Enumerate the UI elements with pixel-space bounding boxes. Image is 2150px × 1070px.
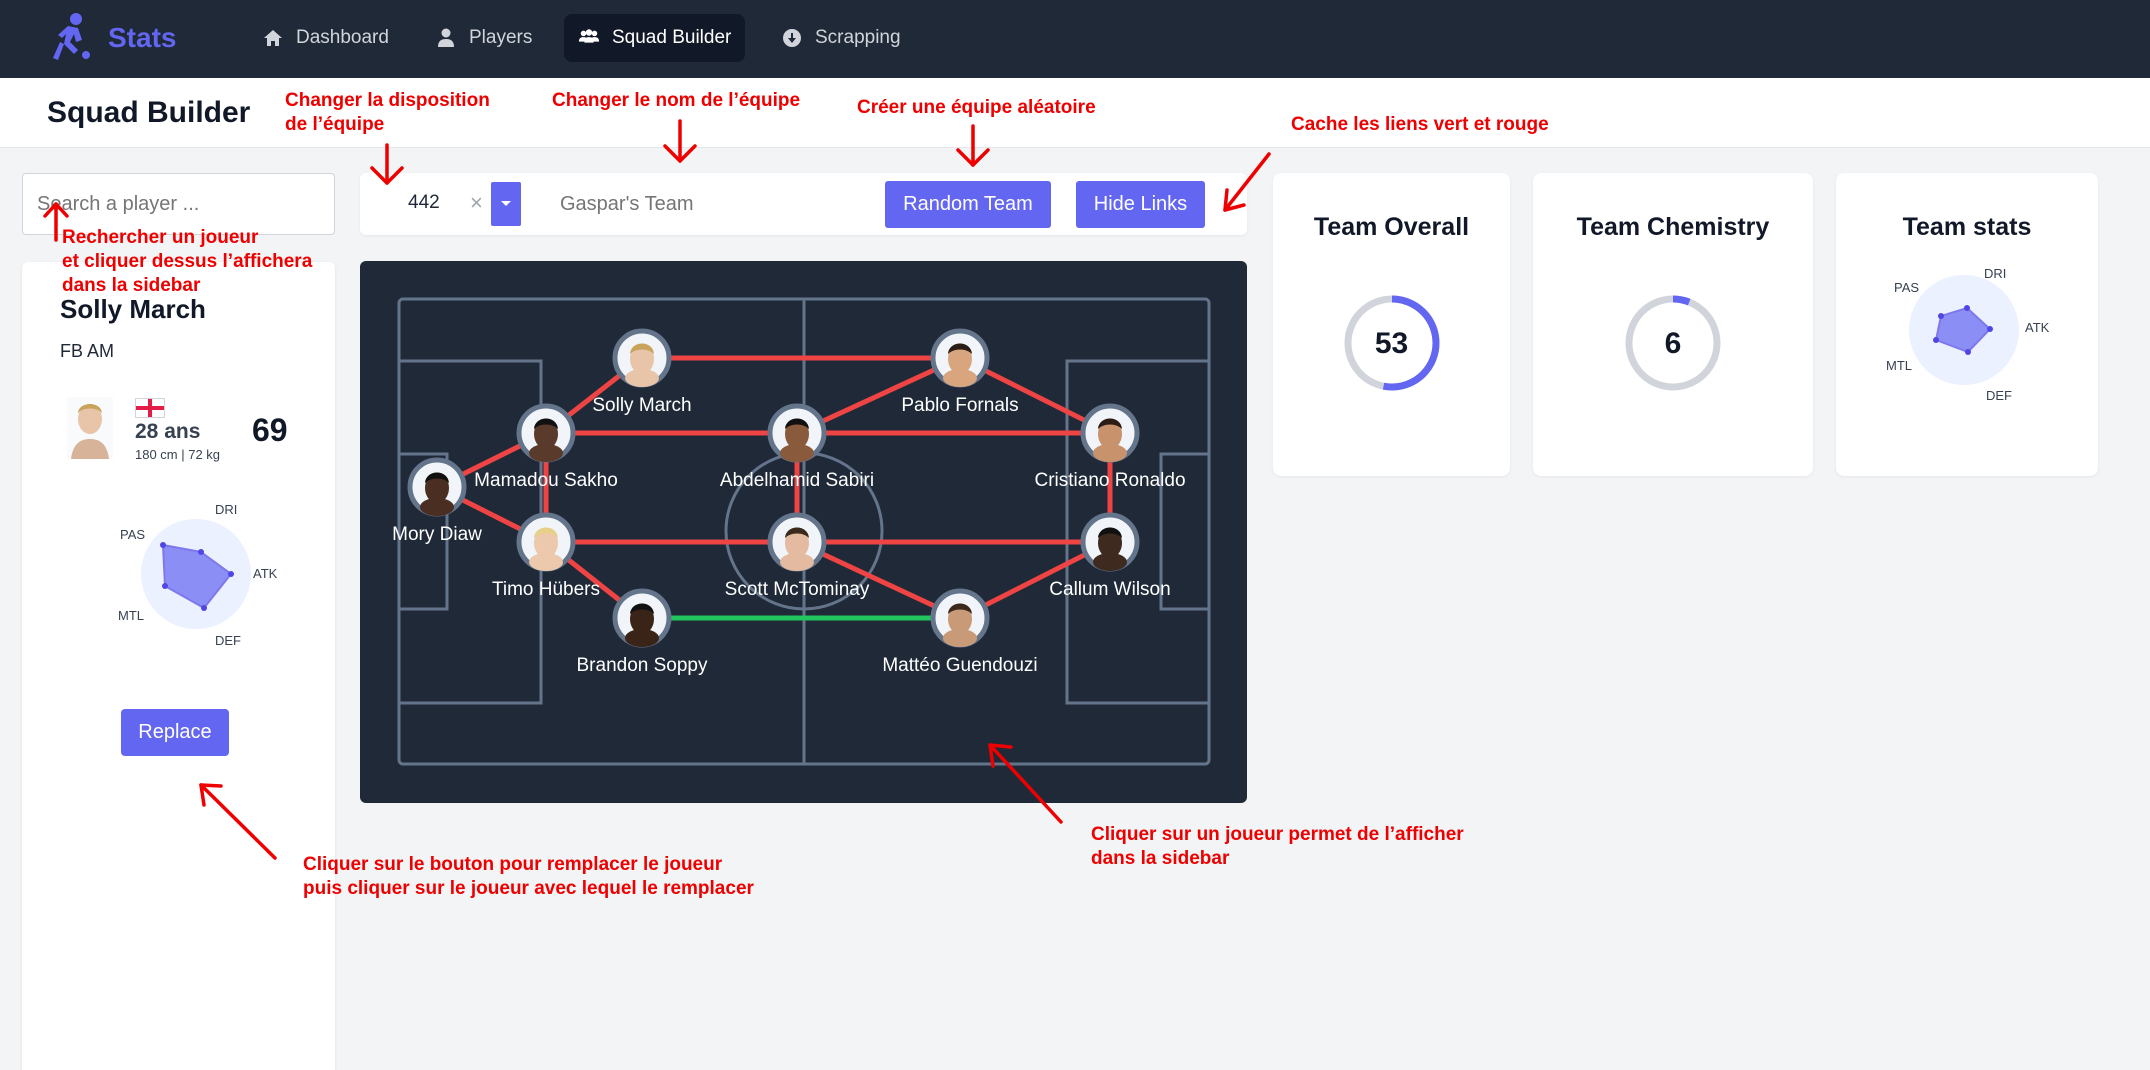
team-chemistry-card: Team Chemistry 6 — [1533, 173, 1813, 476]
nav-item-squad-builder[interactable]: Squad Builder — [564, 14, 746, 62]
player-token[interactable]: Mamadou Sakho — [474, 403, 618, 491]
random-team-button[interactable]: Random Team — [885, 181, 1051, 228]
team-radar-chart: DRI ATK DEF MTL PAS — [1886, 268, 2050, 403]
radar-label: DRI — [1984, 268, 2006, 281]
radar-label: DEF — [215, 633, 241, 648]
nav-item-dashboard[interactable]: Dashboard — [248, 14, 403, 62]
team-stats-card: Team stats DRI ATK DEF MTL PAS — [1836, 173, 2098, 476]
radar-label: PAS — [120, 527, 145, 542]
radar-label: ATK — [253, 566, 278, 581]
player-token[interactable]: Pablo Fornals — [901, 328, 1019, 416]
player-name-label: Abdelhamid Sabiri — [720, 470, 874, 491]
radar-label: PAS — [1894, 280, 1919, 295]
player-age: 28 ans — [135, 420, 201, 443]
annotation-hide-links: Cache les liens vert et rouge — [1291, 114, 1549, 135]
radar-label: ATK — [2025, 320, 2050, 335]
hide-links-button[interactable]: Hide Links — [1076, 181, 1205, 228]
navbar: Stats Dashboard Players Squad Builder Sc… — [0, 0, 2150, 78]
users-icon — [578, 27, 600, 49]
nav-item-players[interactable]: Players — [421, 14, 546, 62]
home-icon — [262, 27, 284, 49]
player-rating: 69 — [252, 412, 288, 448]
pitch: Solly March Pablo Fornals Mamadou Sakho Abd… — [360, 261, 1247, 803]
team-stats-title: Team stats — [1902, 213, 2032, 241]
player-name-label: Timo Hübers — [492, 579, 600, 600]
team-chemistry-value: 6 — [1664, 327, 1682, 360]
annotation-click-player: Cliquer sur un joueur permet de l’affich… — [1091, 824, 1464, 869]
player-token[interactable]: Timo Hübers — [492, 512, 600, 600]
player-name-label: Pablo Fornals — [901, 395, 1018, 416]
chevron-down-icon[interactable] — [491, 182, 521, 226]
squad-toolbar: 442 × Random Team Hide Links — [360, 173, 1247, 235]
logo[interactable]: Stats — [48, 12, 176, 62]
player-token[interactable]: Solly March — [592, 328, 692, 416]
player-name-label: Mattéo Guendouzi — [882, 655, 1037, 676]
player-name-label: Solly March — [592, 395, 691, 416]
player-name-label: Mamadou Sakho — [474, 470, 618, 491]
player-token[interactable]: Abdelhamid Sabiri — [720, 403, 874, 491]
radar-label: MTL — [118, 608, 144, 623]
nav-item-label: Squad Builder — [612, 27, 732, 48]
player-name-label: Mory Diaw — [392, 524, 482, 545]
annotation-formation: Changer la disposition de l’équipe — [285, 90, 490, 135]
player-positions: FB AM — [60, 341, 115, 361]
team-overall-value: 53 — [1374, 327, 1409, 360]
replace-button[interactable]: Replace — [121, 709, 229, 756]
page-title: Squad Builder — [47, 96, 251, 129]
player-sidebar: Solly March FB AM 28 ans 180 cm | 72 kg … — [22, 262, 335, 1070]
team-overall-title: Team Overall — [1313, 213, 1470, 241]
player-name-label: Brandon Soppy — [577, 655, 708, 676]
team-chemistry-title: Team Chemistry — [1576, 213, 1770, 241]
player-photo — [67, 397, 113, 459]
annotation-search: Rechercher un joueur et cliquer dessus l… — [62, 227, 313, 296]
nav-item-label: Dashboard — [296, 27, 389, 48]
player-token[interactable]: Scott McTominay — [725, 512, 870, 600]
player-name-label: Callum Wilson — [1049, 579, 1170, 600]
player-height-weight: 180 cm | 72 kg — [135, 447, 221, 462]
player-name-label: Cristiano Ronaldo — [1034, 470, 1185, 491]
user-icon — [435, 27, 457, 49]
logo-text: Stats — [108, 22, 177, 53]
nav-item-label: Players — [469, 27, 533, 48]
player-name: Solly March — [60, 294, 206, 324]
radar-label: DEF — [1986, 388, 2012, 403]
player-name-label: Scott McTominay — [725, 579, 870, 600]
player-token[interactable]: Brandon Soppy — [577, 588, 708, 676]
download-icon — [781, 27, 803, 49]
annotation-random: Créer une équipe aléatoire — [857, 97, 1096, 118]
england-flag-icon — [135, 398, 165, 418]
pitch-canvas: Solly March Pablo Fornals Mamadou Sakho Abd… — [392, 297, 1211, 766]
nav-item-scrapping[interactable]: Scrapping — [767, 14, 915, 62]
player-token[interactable]: Cristiano Ronaldo — [1034, 403, 1186, 491]
clear-icon[interactable]: × — [470, 190, 483, 216]
formation-select[interactable]: 442 — [408, 192, 440, 214]
radar-label: MTL — [1886, 358, 1912, 373]
annotation-replace: Cliquer sur le bouton pour remplacer le … — [303, 854, 754, 899]
team-name-input[interactable] — [560, 190, 860, 218]
nav-item-label: Scrapping — [815, 27, 901, 48]
radar-label: DRI — [215, 502, 237, 517]
runner-logo-icon — [53, 13, 90, 60]
annotation-team-name: Changer le nom de l’équipe — [552, 90, 801, 111]
player-token[interactable]: Mattéo Guendouzi — [882, 588, 1038, 676]
team-overall-card: Team Overall 53 — [1273, 173, 1510, 476]
player-radar-chart: DRI ATK DEF MTL PAS — [118, 502, 278, 648]
